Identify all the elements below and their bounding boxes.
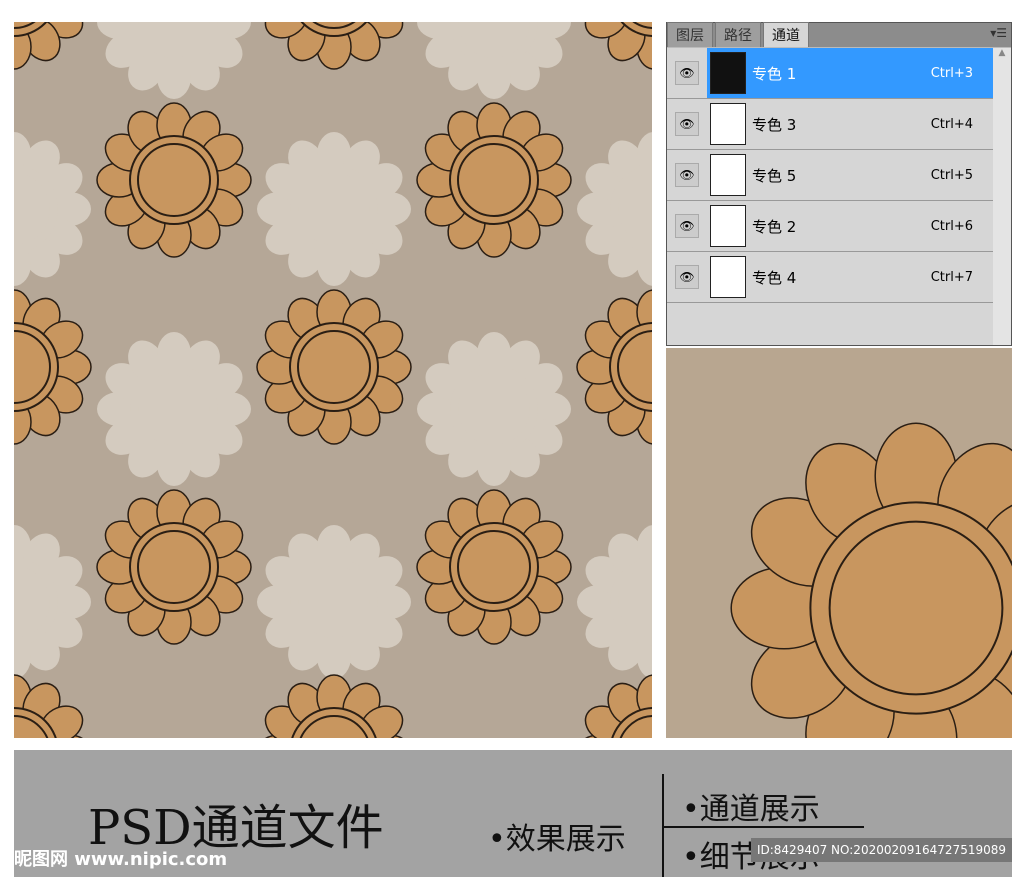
- effect-label: •效果展示: [488, 822, 626, 857]
- flower: [14, 22, 84, 70]
- channel-row[interactable]: 👁 专色 5 Ctrl+5: [667, 150, 993, 201]
- channel-name: 专色 5: [752, 166, 797, 185]
- channel-shortcut: Ctrl+7: [930, 269, 973, 285]
- flower: [416, 489, 572, 645]
- flower: [14, 289, 92, 445]
- channel-shortcut: Ctrl+5: [930, 167, 973, 183]
- channel-label: •通道展示: [682, 792, 820, 827]
- flower: [14, 674, 84, 738]
- channel-name: 专色 2: [752, 217, 797, 236]
- image-id: ID:8429407 NO:20200209164727519089: [750, 838, 1012, 862]
- flower: [256, 289, 412, 445]
- channel-shortcut: Ctrl+6: [930, 218, 973, 234]
- panel-menu-icon[interactable]: ▾☰: [990, 26, 1007, 40]
- flower: [264, 674, 404, 738]
- flower: [576, 289, 652, 445]
- faded-flower: [577, 525, 652, 679]
- channel-thumbnail: [710, 52, 746, 94]
- scrollbar[interactable]: ▲: [993, 48, 1011, 345]
- flower: [584, 674, 652, 738]
- faded-flower: [257, 525, 411, 679]
- eye-icon[interactable]: 👁: [675, 163, 699, 187]
- channel-shortcut: Ctrl+3: [930, 65, 973, 81]
- tab-channels[interactable]: 通道: [763, 22, 809, 47]
- faded-flower: [97, 332, 251, 486]
- eye-icon[interactable]: 👁: [675, 265, 699, 289]
- faded-flower: [14, 525, 91, 679]
- eye-icon[interactable]: 👁: [675, 61, 699, 85]
- flower: [264, 22, 404, 70]
- channel-row[interactable]: 👁 专色 3 Ctrl+4: [667, 99, 993, 150]
- caption-band: PSD通道文件 •效果展示 •通道展示 •细节展示 昵图网 www.nipic.…: [14, 750, 1012, 877]
- faded-flower: [417, 332, 571, 486]
- flower: [416, 102, 572, 258]
- flower: [96, 489, 252, 645]
- pattern-preview: [14, 22, 652, 738]
- watermark: 昵图网 www.nipic.com: [14, 849, 228, 870]
- faded-flower: [14, 132, 91, 286]
- flower: [584, 22, 652, 70]
- channel-name: 专色 4: [752, 268, 797, 287]
- faded-flower: [577, 132, 652, 286]
- channel-thumbnail: [710, 205, 746, 247]
- flower: [96, 102, 252, 258]
- faded-flower: [417, 22, 571, 99]
- channel-thumbnail: [710, 256, 746, 298]
- channel-row[interactable]: 👁 专色 4 Ctrl+7: [667, 252, 993, 303]
- panel-tabs: 图层 路径 通道 ▾☰: [667, 22, 1011, 48]
- faded-flower: [97, 22, 251, 99]
- channel-row[interactable]: 👁 专色 2 Ctrl+6: [667, 201, 993, 252]
- channel-name: 专色 3: [752, 115, 797, 134]
- channel-thumbnail: [710, 154, 746, 196]
- eye-icon[interactable]: 👁: [675, 112, 699, 136]
- channel-name: 专色 1: [752, 64, 797, 83]
- channel-row[interactable]: 👁 专色 1 Ctrl+3: [667, 48, 993, 99]
- tab-layers[interactable]: 图层: [667, 22, 713, 47]
- flower: [730, 422, 1012, 738]
- detail-preview: [666, 348, 1012, 738]
- channels-panel: 图层 路径 通道 ▾☰ 👁 专色 1 Ctrl+3 👁 专色 3 Ctrl+4 👁 专色 5 C…: [666, 22, 1012, 346]
- eye-icon[interactable]: 👁: [675, 214, 699, 238]
- channel-shortcut: Ctrl+4: [930, 116, 973, 132]
- tab-paths[interactable]: 路径: [715, 22, 761, 47]
- faded-flower: [257, 132, 411, 286]
- channel-thumbnail: [710, 103, 746, 145]
